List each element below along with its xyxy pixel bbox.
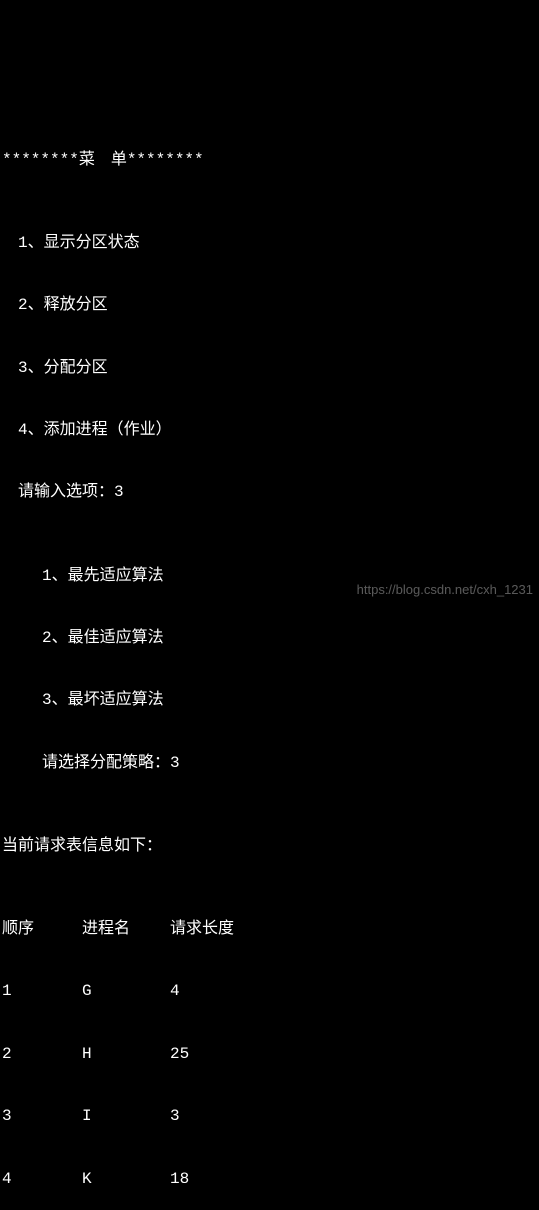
cell-rlen: 25 bbox=[170, 1044, 270, 1065]
request-table-row: 1 G 4 bbox=[2, 981, 537, 1002]
cell-rlen: 18 bbox=[170, 1169, 270, 1190]
submenu-prompt: 请选择分配策略：3 bbox=[2, 753, 537, 774]
cell-rlen: 4 bbox=[170, 981, 270, 1002]
col-seq-header: 顺序 bbox=[2, 919, 82, 940]
cell-seq: 4 bbox=[2, 1169, 82, 1190]
request-table-row: 3 I 3 bbox=[2, 1106, 537, 1127]
menu-item: 1、显示分区状态 bbox=[2, 233, 537, 254]
menu-header: ********菜 单******** bbox=[2, 150, 537, 171]
menu-input-value[interactable]: 3 bbox=[114, 483, 124, 501]
cell-seq: 3 bbox=[2, 1106, 82, 1127]
menu-item: 3、分配分区 bbox=[2, 358, 537, 379]
cell-pname: K bbox=[82, 1169, 170, 1190]
cell-seq: 1 bbox=[2, 981, 82, 1002]
cell-rlen: 3 bbox=[170, 1106, 270, 1127]
watermark-text: https://blog.csdn.net/cxh_1231 bbox=[357, 582, 533, 599]
menu-item: 4、添加进程（作业） bbox=[2, 420, 537, 441]
col-rlen-header: 请求长度 bbox=[170, 919, 270, 940]
terminal-output: ********菜 单******** 1、显示分区状态 2、释放分区 3、分配… bbox=[2, 87, 537, 1210]
col-pname-header: 进程名 bbox=[82, 919, 170, 940]
menu-prompt: 请输入选项：3 bbox=[2, 482, 537, 503]
cell-pname: G bbox=[82, 981, 170, 1002]
submenu-input-value[interactable]: 3 bbox=[170, 754, 180, 772]
menu-item: 2、释放分区 bbox=[2, 295, 537, 316]
cell-seq: 2 bbox=[2, 1044, 82, 1065]
cell-pname: I bbox=[82, 1106, 170, 1127]
request-table-row: 4 K 18 bbox=[2, 1169, 537, 1190]
request-table-title: 当前请求表信息如下： bbox=[2, 836, 537, 857]
request-table-header: 顺序 进程名 请求长度 bbox=[2, 919, 537, 940]
cell-pname: H bbox=[82, 1044, 170, 1065]
request-table-row: 2 H 25 bbox=[2, 1044, 537, 1065]
submenu-item: 2、最佳适应算法 bbox=[2, 628, 537, 649]
submenu-item: 3、最坏适应算法 bbox=[2, 690, 537, 711]
